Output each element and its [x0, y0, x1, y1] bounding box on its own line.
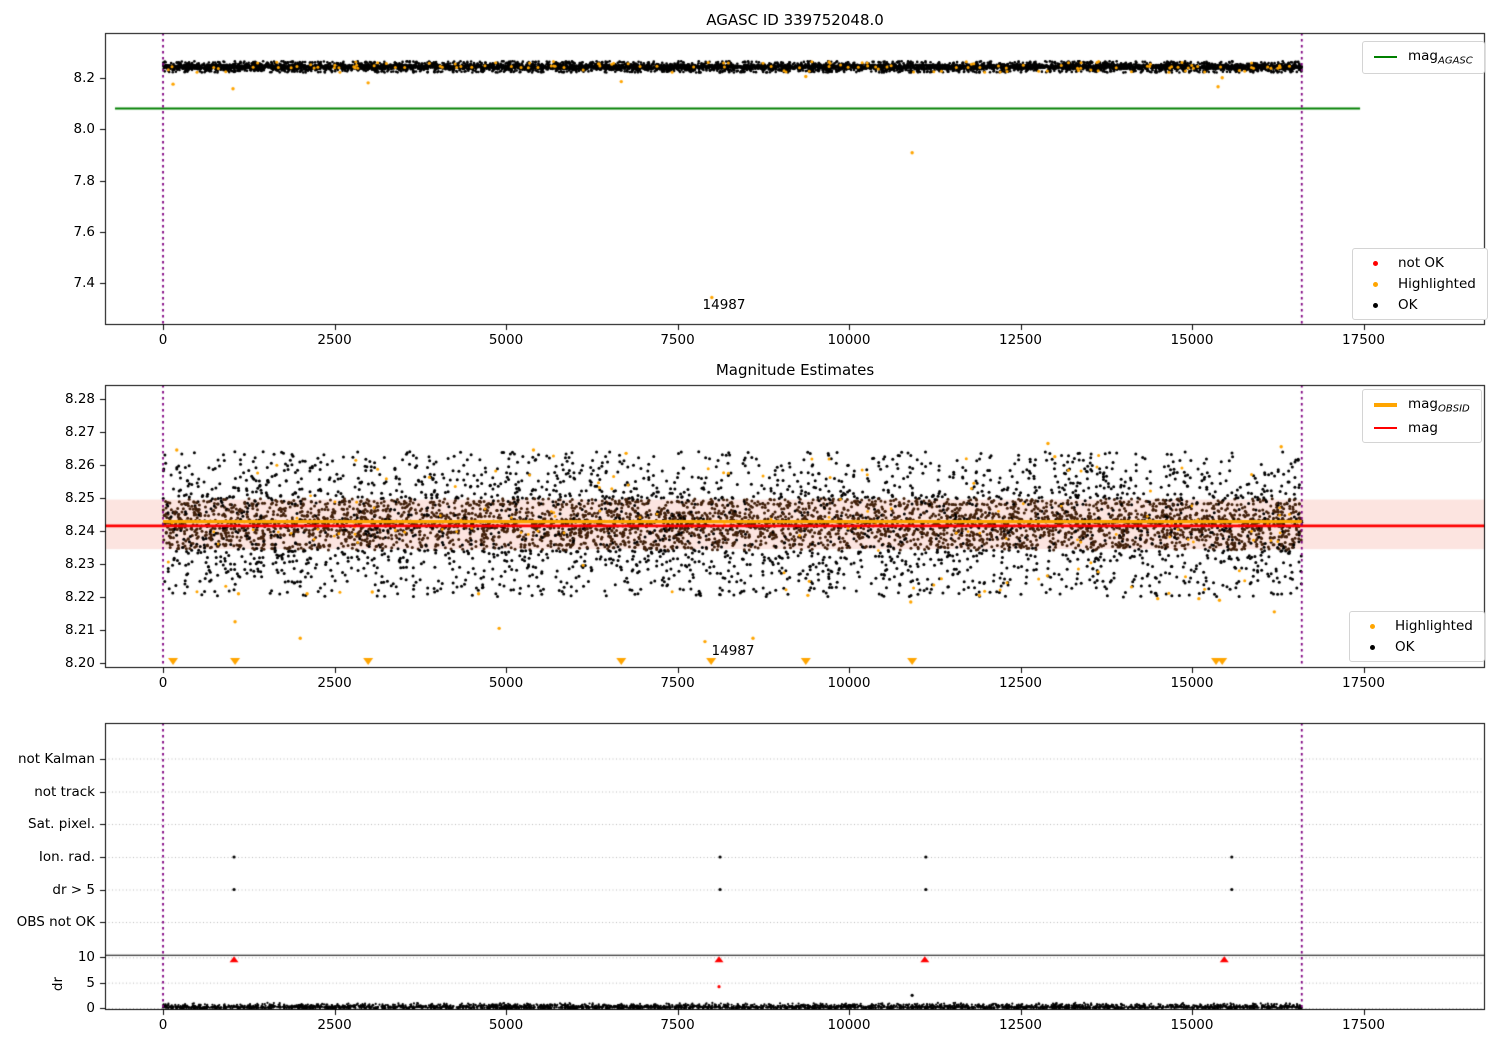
ax2-marker-legend-dot-swatch [1361, 644, 1384, 650]
ax2-ytick-label: 8.21 [64, 622, 95, 639]
ax3-xtick-label: 10000 [827, 1017, 871, 1033]
ax2-xtick-label: 12500 [999, 675, 1042, 691]
ax3-drtick-label: 0 [86, 1000, 95, 1016]
ax2-line-legend-item: magOBSID [1374, 396, 1470, 415]
ax3-xtick-label: 12500 [999, 1017, 1042, 1033]
ax3-category-label: not track [34, 783, 95, 800]
ax3-xtick-label: 15000 [1170, 1017, 1214, 1033]
ax3-category-label: Sat. pixel. [28, 816, 95, 832]
figure: AGASC ID 339752048.0 Magnitude Estimates… [0, 0, 1500, 1050]
ax3-xtick-label: 7500 [660, 1017, 695, 1033]
ax2-xtick-label: 0 [158, 675, 168, 691]
plots-canvas [0, 0, 1500, 1050]
ax2-marker-legend-item: Highlighted [1361, 618, 1473, 634]
ax1-annotation-obsid: 14987 [702, 297, 746, 313]
ax2-marker-legend: Highlighted OK [1349, 611, 1485, 662]
ax3-drtick-label: 5 [86, 974, 95, 991]
ax1-ytick-label: 8.0 [73, 121, 95, 138]
ax1-xtick-label: 17500 [1342, 332, 1385, 348]
ax3-category-label: dr > 5 [52, 881, 95, 898]
ax1-line-legend: magAGASC [1362, 41, 1485, 74]
ax1-marker-legend-dot-swatch [1364, 302, 1387, 308]
ax2-line-legend-label: mag [1408, 419, 1438, 436]
ax2-title: Magnitude Estimates [715, 361, 875, 379]
ax1-marker-legend-label: OK [1398, 297, 1418, 313]
ax2-xtick-label: 15000 [1170, 675, 1214, 691]
ax1-marker-legend-dot-swatch [1364, 281, 1387, 287]
ax1-ytick-label: 7.4 [73, 275, 95, 292]
ax2-line-legend: magOBSID mag [1362, 389, 1482, 443]
ax1-title: AGASC ID 339752048.0 [706, 11, 884, 29]
ax2-xtick-label: 10000 [827, 675, 871, 691]
ax1-marker-legend-item: Highlighted [1364, 276, 1476, 292]
ax2-ytick-label: 8.23 [64, 555, 95, 572]
ax2-marker-legend-dot-swatch [1361, 623, 1384, 629]
ax2-line-legend-item: mag [1374, 420, 1470, 436]
ax1-marker-legend-label: Highlighted [1398, 276, 1476, 292]
ax1-line-legend-label: magAGASC [1408, 48, 1473, 67]
ax2-line-legend-label: magOBSID [1408, 396, 1470, 415]
ax1-marker-legend-dot-swatch [1364, 260, 1387, 266]
ax1-xtick-label: 7500 [660, 332, 695, 348]
ax2-ytick-label: 8.24 [64, 522, 95, 539]
ax1-xtick-label: 2500 [317, 332, 352, 348]
ax2-ytick-label: 8.26 [64, 456, 95, 473]
ax3-xtick-label: 5000 [488, 1017, 524, 1033]
ax1-marker-legend: not OK Highlighted OK [1352, 248, 1488, 320]
ax1-xtick-label: 5000 [488, 332, 524, 348]
ax2-annotation-obsid: 14987 [711, 643, 755, 659]
ax1-line-legend-line-swatch [1374, 56, 1397, 59]
ax1-line-legend-item: magAGASC [1374, 48, 1473, 67]
ax1-xtick-label: 15000 [1170, 332, 1214, 348]
ax2-xtick-label: 5000 [488, 675, 524, 691]
ax2-ytick-label: 8.28 [64, 390, 95, 407]
ax3-xtick-label: 0 [158, 1017, 168, 1033]
ax2-xtick-label: 2500 [317, 675, 352, 691]
ax2-xtick-label: 7500 [660, 675, 695, 691]
ax1-xtick-label: 10000 [827, 332, 871, 348]
ax3-xtick-label: 2500 [317, 1017, 352, 1033]
ax3-category-label: not Kalman [17, 750, 95, 767]
ax1-marker-legend-label: not OK [1398, 255, 1444, 271]
ax3-drtick-label: 10 [77, 949, 95, 966]
ax2-ytick-label: 8.20 [64, 655, 95, 672]
ax1-ytick-label: 7.6 [73, 223, 95, 240]
ax3-category-label: Ion. rad. [38, 849, 95, 865]
ax1-ytick-label: 8.2 [73, 69, 95, 86]
ax1-marker-legend-item: not OK [1364, 255, 1476, 271]
ax2-marker-legend-label: Highlighted [1395, 618, 1473, 634]
ax2-line-legend-line-swatch [1374, 426, 1397, 429]
ax2-ytick-label: 8.27 [64, 423, 95, 440]
ax1-marker-legend-item: OK [1364, 297, 1476, 313]
ax2-marker-legend-label: OK [1395, 639, 1415, 655]
ax2-ytick-label: 8.25 [64, 489, 95, 506]
ax3-xtick-label: 17500 [1342, 1017, 1385, 1033]
ax2-marker-legend-item: OK [1361, 639, 1473, 655]
ax3-category-label: OBS not OK [16, 914, 95, 930]
ax2-ytick-label: 8.22 [64, 589, 95, 605]
ax2-line-legend-line-swatch [1374, 403, 1397, 408]
ax2-xtick-label: 17500 [1342, 675, 1385, 691]
ax1-xtick-label: 12500 [999, 332, 1042, 348]
ax1-ytick-label: 7.8 [73, 172, 95, 189]
ax1-xtick-label: 0 [158, 332, 168, 348]
